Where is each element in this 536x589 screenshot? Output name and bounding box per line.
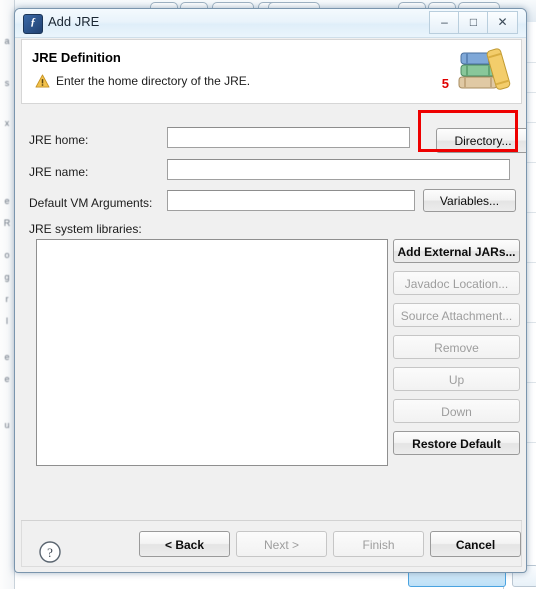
back-button[interactable]: < Back	[139, 531, 230, 557]
background-edge-glyph: o	[4, 250, 10, 260]
cancel-button[interactable]: Cancel	[430, 531, 521, 557]
finish-button: Finish	[333, 531, 424, 557]
source-attachment-button: Source Attachment...	[393, 303, 520, 327]
close-button[interactable]: ✕	[487, 11, 518, 34]
restore-default-button[interactable]: Restore Default	[393, 431, 520, 455]
background-edge-glyph: e	[4, 374, 10, 384]
books-icon	[458, 48, 511, 90]
background-edge-glyph: u	[4, 420, 10, 430]
dialog-title: Add JRE	[48, 14, 100, 29]
page-title: JRE Definition	[32, 50, 121, 65]
close-icon: ✕	[497, 15, 508, 29]
default-vm-arguments-label: Default VM Arguments:	[29, 196, 153, 210]
background-edge-glyph: e	[4, 196, 10, 206]
minimize-button[interactable]: –	[429, 11, 460, 34]
minimize-icon: –	[441, 15, 448, 29]
background-edge-glyph: e	[4, 352, 10, 362]
warning-triangle-icon	[35, 74, 50, 88]
background-edge-glyph: l	[6, 316, 8, 326]
directory-button[interactable]: Directory...	[436, 128, 526, 153]
jre-system-libraries-list[interactable]	[36, 239, 388, 466]
jre-name-input[interactable]	[167, 159, 510, 180]
header-message: Enter the home directory of the JRE.	[56, 74, 251, 88]
help-question-icon[interactable]: ?	[38, 540, 62, 564]
maximize-icon: □	[469, 15, 478, 29]
jre-home-input[interactable]	[167, 127, 410, 148]
background-edge-glyph: a	[4, 36, 10, 46]
eclipse-jre-icon: ƒ	[23, 14, 43, 34]
dialog-header: JRE Definition Enter the home directory …	[21, 39, 522, 104]
background-edge-glyph: R	[3, 218, 11, 228]
dialog-titlebar[interactable]: ƒ Add JRE – □ ✕	[15, 9, 526, 38]
variables-button[interactable]: Variables...	[423, 189, 516, 212]
add-jre-dialog: ƒ Add JRE – □ ✕ JRE Definition Enter the…	[14, 8, 527, 573]
down-button: Down	[393, 399, 520, 423]
next-button: Next >	[236, 531, 327, 557]
background-edge-glyph: r	[5, 294, 9, 304]
javadoc-location-button: Javadoc Location...	[393, 271, 520, 295]
background-edge-glyph: g	[4, 272, 10, 282]
background-edge-glyph: x	[4, 118, 10, 128]
annotation-marker-5: 5	[441, 76, 449, 91]
jre-home-label: JRE home:	[29, 133, 89, 147]
background-edge-glyph: s	[4, 78, 10, 88]
add-external-jars-button[interactable]: Add External JARs...	[393, 239, 520, 263]
svg-text:?: ?	[47, 545, 53, 560]
remove-button: Remove	[393, 335, 520, 359]
jre-system-libraries-label: JRE system libraries:	[29, 222, 142, 236]
up-button: Up	[393, 367, 520, 391]
default-vm-arguments-input[interactable]	[167, 190, 415, 211]
jre-name-label: JRE name:	[29, 165, 89, 179]
maximize-button[interactable]: □	[458, 11, 489, 34]
